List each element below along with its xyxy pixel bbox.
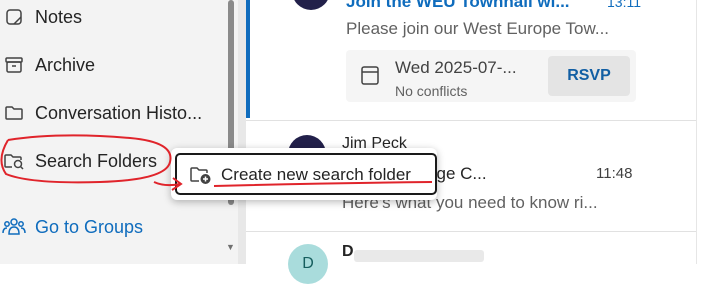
nav-label-notes: Notes (35, 6, 83, 27)
reading-pane-edge (696, 0, 713, 264)
rsvp-button[interactable]: RSVP (548, 56, 630, 96)
calendar-icon (360, 64, 380, 86)
message-list: Join the WEU Townhall wi... 13:11 Please… (246, 0, 700, 284)
nav-label-search-folders: Search Folders (35, 150, 158, 171)
nav-label-go-to-groups: Go to Groups (35, 216, 144, 237)
nav-item-go-to-groups[interactable]: Go to Groups (0, 210, 232, 244)
menu-item-label: Create new search folder (221, 165, 411, 184)
context-menu: Create new search folder (171, 148, 437, 200)
message-preview: Please join our West Europe Tow... (346, 19, 610, 38)
nav-label-archive: Archive (35, 54, 96, 75)
archive-icon (2, 53, 26, 77)
event-date: Wed 2025-07-... (395, 58, 517, 77)
scroll-down-arrow-icon[interactable]: ▼ (226, 242, 235, 252)
event-card[interactable]: Wed 2025-07-... No conflicts RSVP (346, 50, 636, 102)
pane-divider[interactable] (238, 0, 246, 264)
blurred-sender (354, 250, 484, 262)
message-time: 11:48 (596, 165, 633, 182)
message-item-townhall[interactable]: Join the WEU Townhall wi... 13:11 Please… (246, 0, 700, 118)
avatar: D (288, 244, 328, 284)
notes-icon (2, 5, 26, 29)
avatar (292, 0, 330, 10)
event-conflicts: No conflicts (395, 83, 468, 99)
navigation-pane: Notes Archive Conversation Histo... Sear… (0, 0, 238, 264)
nav-item-notes[interactable]: Notes (0, 0, 232, 34)
message-separator (246, 231, 696, 232)
message-sender: D (342, 243, 354, 260)
nav-item-archive[interactable]: Archive (0, 48, 232, 82)
nav-label-conversation-history: Conversation Histo... (35, 102, 203, 123)
nav-scrollbar[interactable]: ▼ (226, 0, 235, 264)
message-time: 13:11 (607, 0, 641, 10)
nav-item-conversation-history[interactable]: Conversation Histo... (0, 96, 232, 130)
folder-icon (2, 101, 26, 125)
groups-icon (2, 215, 26, 239)
search-folder-icon (2, 149, 26, 173)
folder-add-icon (189, 164, 213, 186)
create-new-search-folder-menu-item[interactable]: Create new search folder (175, 153, 437, 195)
message-subject: Join the WEU Townhall wi... (346, 0, 570, 11)
